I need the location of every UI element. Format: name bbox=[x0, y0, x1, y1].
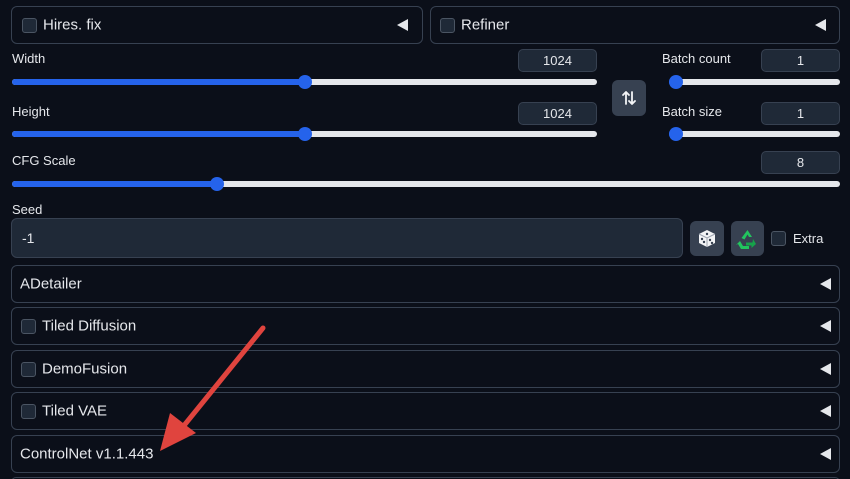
width-slider-thumb[interactable] bbox=[297, 75, 312, 89]
collapse-arrow-icon[interactable] bbox=[820, 363, 831, 375]
refiner-accordion[interactable]: Refiner bbox=[430, 6, 840, 44]
adetailer-label: ADetailer bbox=[20, 275, 82, 293]
adetailer-accordion[interactable]: ADetailer bbox=[11, 265, 840, 303]
collapse-arrow-icon[interactable] bbox=[815, 19, 826, 31]
controlnet-label: ControlNet v1.1.443 bbox=[20, 445, 154, 463]
width-label: Width bbox=[12, 51, 46, 66]
demofusion-checkbox[interactable] bbox=[21, 362, 36, 377]
tiled-vae-checkbox[interactable] bbox=[21, 404, 36, 419]
batch-size-label: Batch size bbox=[662, 104, 722, 119]
reuse-seed-button[interactable] bbox=[731, 221, 764, 256]
recycle-icon bbox=[736, 230, 756, 249]
batch-size-slider-thumb[interactable] bbox=[669, 127, 683, 141]
collapse-arrow-icon[interactable] bbox=[820, 320, 831, 332]
cfg-scale-number-input[interactable]: 8 bbox=[761, 151, 840, 174]
seed-label: Seed bbox=[12, 202, 43, 217]
collapse-arrow-icon[interactable] bbox=[820, 278, 831, 290]
batch-count-slider[interactable] bbox=[669, 75, 840, 89]
batch-count-number-input[interactable]: 1 bbox=[761, 49, 840, 72]
swap-dimensions-icon bbox=[622, 91, 636, 105]
random-seed-button[interactable] bbox=[690, 221, 724, 256]
demofusion-label: DemoFusion bbox=[42, 360, 128, 378]
height-label: Height bbox=[12, 104, 50, 119]
height-slider[interactable] bbox=[12, 127, 597, 141]
tiled-vae-label: Tiled VAE bbox=[42, 402, 108, 420]
cfg-scale-label: CFG Scale bbox=[12, 153, 76, 168]
tiled-diffusion-label: Tiled Diffusion bbox=[42, 317, 137, 335]
batch-size-number-input[interactable]: 1 bbox=[761, 102, 840, 125]
refiner-checkbox[interactable] bbox=[440, 18, 455, 33]
hires-fix-checkbox[interactable] bbox=[22, 18, 37, 33]
collapse-arrow-icon[interactable] bbox=[820, 405, 831, 417]
cfg-scale-slider-fill bbox=[12, 181, 217, 187]
tiled-diffusion-checkbox[interactable] bbox=[21, 319, 36, 334]
dice-icon bbox=[698, 230, 716, 247]
extra-seed-checkbox[interactable] bbox=[771, 231, 786, 246]
seed-input[interactable]: -1 bbox=[11, 218, 683, 258]
extra-seed-label: Extra bbox=[793, 231, 824, 246]
batch-count-slider-thumb[interactable] bbox=[669, 75, 683, 89]
controlnet-accordion[interactable]: ControlNet v1.1.443 bbox=[11, 435, 840, 473]
hires-fix-accordion[interactable]: Hires. fix bbox=[11, 6, 423, 44]
collapse-arrow-icon[interactable] bbox=[820, 448, 831, 460]
cfg-scale-slider-thumb[interactable] bbox=[209, 177, 224, 191]
tiled-vae-accordion[interactable]: Tiled VAE bbox=[11, 392, 840, 430]
collapse-arrow-icon[interactable] bbox=[397, 19, 408, 31]
batch-size-slider[interactable] bbox=[669, 127, 840, 141]
width-slider[interactable] bbox=[12, 75, 597, 89]
refiner-label: Refiner bbox=[461, 16, 510, 34]
tiled-diffusion-accordion[interactable]: Tiled Diffusion bbox=[11, 307, 840, 345]
batch-count-label: Batch count bbox=[662, 51, 731, 66]
height-slider-thumb[interactable] bbox=[297, 127, 312, 141]
width-slider-fill bbox=[12, 79, 305, 85]
swap-dimensions-button[interactable] bbox=[612, 80, 646, 116]
hires-fix-label: Hires. fix bbox=[43, 16, 102, 34]
demofusion-accordion[interactable]: DemoFusion bbox=[11, 350, 840, 388]
cfg-scale-slider[interactable] bbox=[12, 177, 840, 191]
height-number-input[interactable]: 1024 bbox=[518, 102, 597, 125]
width-number-input[interactable]: 1024 bbox=[518, 49, 597, 72]
height-slider-fill bbox=[12, 131, 305, 137]
